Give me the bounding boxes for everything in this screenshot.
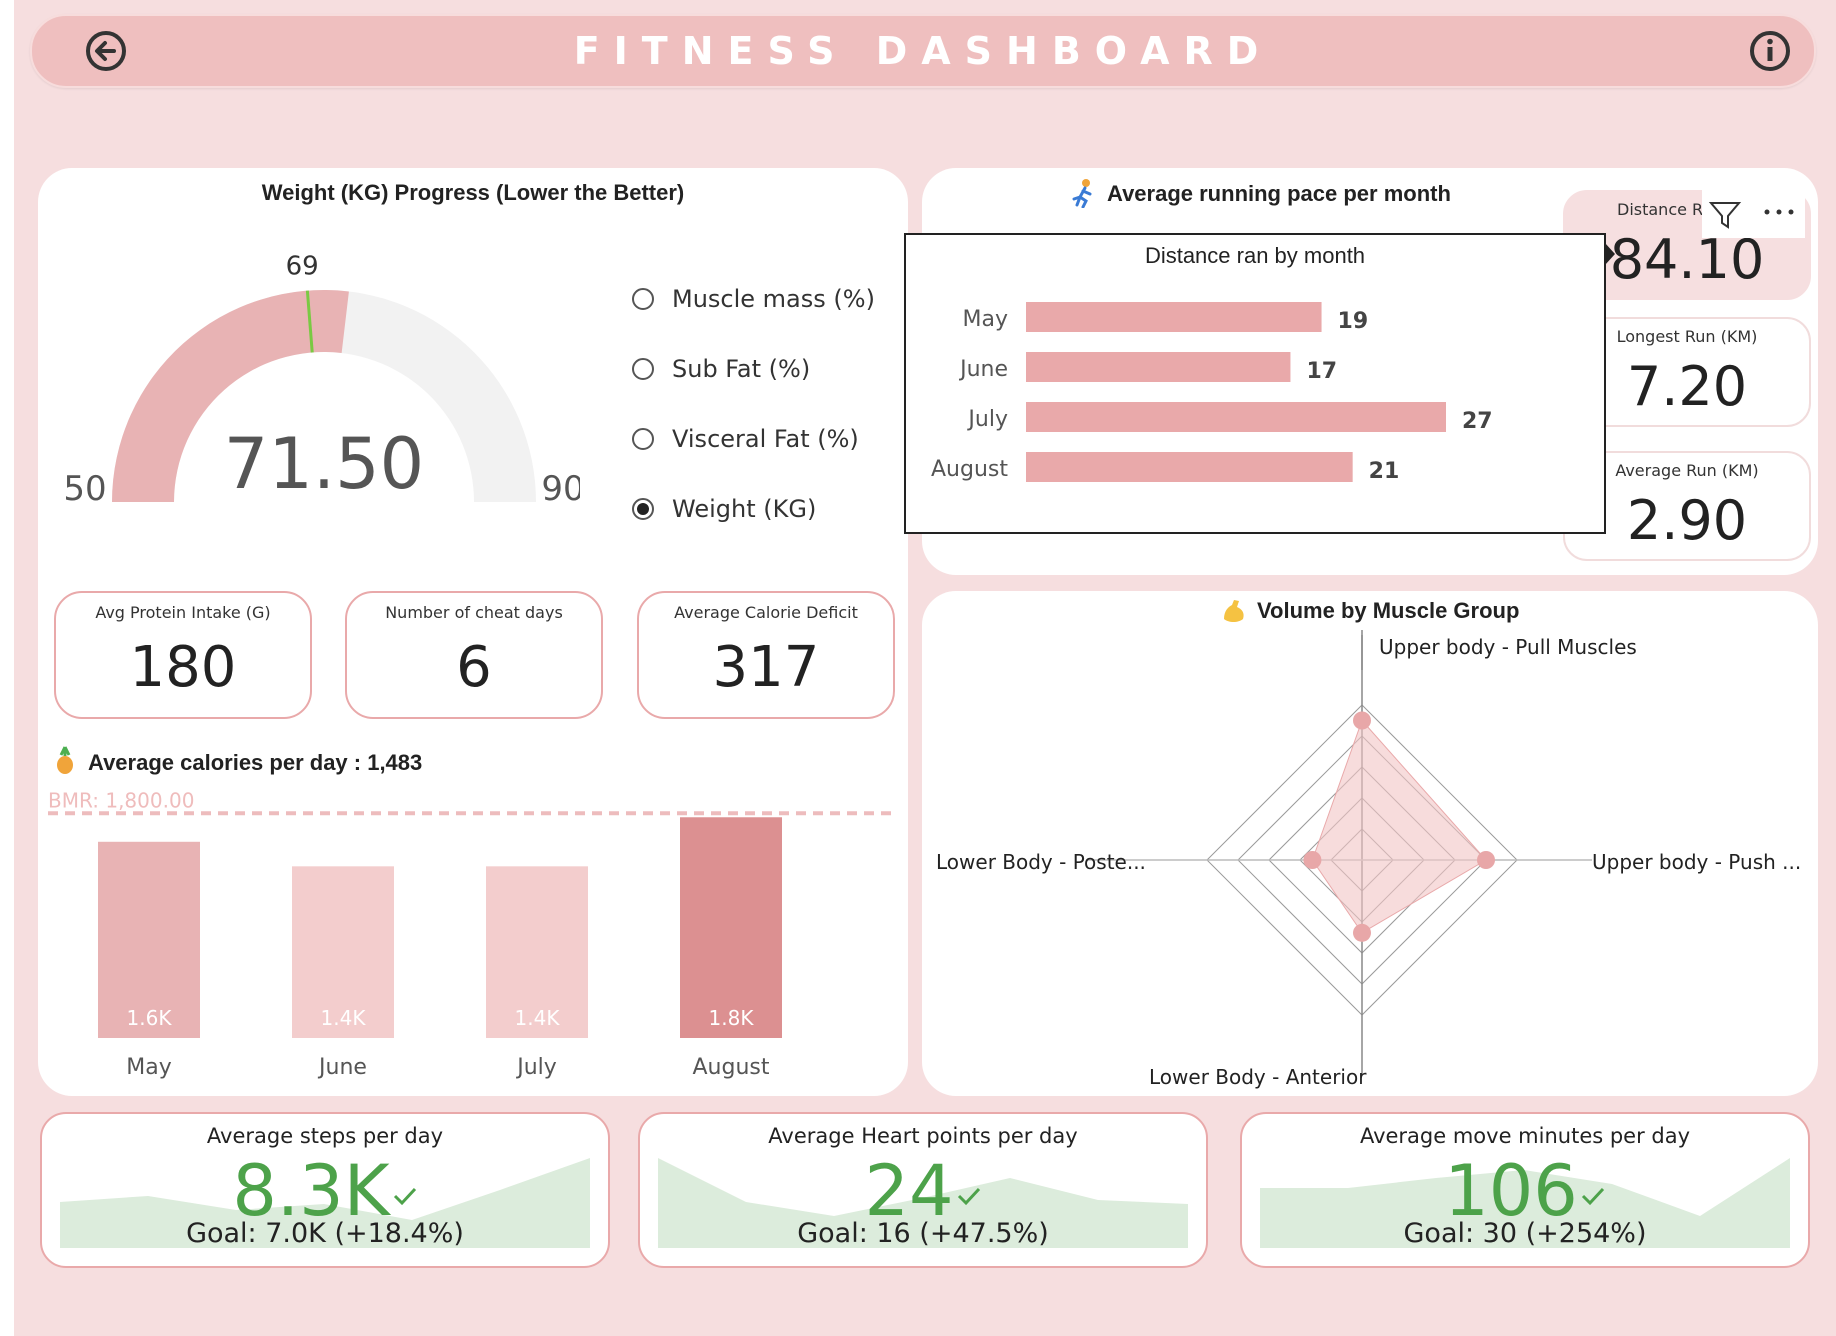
steps-card: Average steps per day 8.3K Goal: 7.0K (+… xyxy=(40,1112,610,1268)
distance-value-label: 21 xyxy=(1369,459,1400,484)
tooltip-title: Distance ran by month xyxy=(1144,243,1366,268)
distance-bar xyxy=(1026,352,1291,382)
distance-bar xyxy=(1026,402,1446,432)
calorie-category-label: May xyxy=(126,1055,171,1080)
move-minutes-goal: Goal: 30 (+254%) xyxy=(1403,1218,1647,1249)
metric-option-label: Muscle mass (%) xyxy=(672,285,875,313)
radio-button[interactable] xyxy=(632,428,654,450)
calorie-bar[interactable] xyxy=(680,817,782,1038)
move-minutes-label: Average move minutes per day xyxy=(1359,1124,1691,1148)
back-arrow-icon[interactable] xyxy=(84,29,128,73)
calorie-category-label: June xyxy=(317,1055,367,1080)
radar-axis-label: Lower Body - Anterior xyxy=(1149,1065,1367,1089)
radar-label-leader xyxy=(1361,630,1363,670)
calorie-bar-label: 1.6K xyxy=(127,1006,173,1030)
pineapple-icon xyxy=(57,746,73,774)
metric-option[interactable]: Muscle mass (%) xyxy=(632,279,875,319)
calorie-category-label: July xyxy=(515,1055,557,1080)
calories-bar-chart: 1.6K May 1.4K June 1.4K July 1.8K August BMR: 1,… xyxy=(48,788,894,1080)
bmr-label: BMR: 1,800.00 xyxy=(48,788,194,812)
distance-category-label: August xyxy=(931,457,1008,482)
kpi-protein: Avg Protein Intake (G) 180 xyxy=(54,591,312,719)
heart-points-label: Average Heart points per day xyxy=(768,1124,1078,1148)
radio-button[interactable] xyxy=(632,358,654,380)
gauge-target-label: 69 xyxy=(286,252,319,282)
radar-axis-label: Upper body - Pull Muscles xyxy=(1379,635,1637,659)
calorie-bar-label: 1.8K xyxy=(709,1006,755,1030)
checkmark-icon xyxy=(957,1187,980,1206)
kpi-value: 317 xyxy=(712,635,820,700)
distance-value-label: 17 xyxy=(1306,359,1337,384)
checkmark-icon xyxy=(393,1187,416,1206)
kpi-value: 180 xyxy=(129,635,237,700)
distance-bar xyxy=(1026,302,1322,332)
page-title: FITNESS DASHBOARD xyxy=(573,29,1273,73)
weight-gauge: 71.50 50 90 69 xyxy=(63,252,580,509)
kpi-label: Avg Protein Intake (G) xyxy=(95,603,271,622)
metric-option[interactable]: Sub Fat (%) xyxy=(632,349,810,389)
metric-option-label: Visceral Fat (%) xyxy=(672,425,859,453)
metric-option[interactable]: Visceral Fat (%) xyxy=(632,419,859,459)
calorie-category-label: August xyxy=(693,1055,770,1080)
move-minutes-card: Average move minutes per day 106 Goal: 3… xyxy=(1240,1112,1810,1268)
kpi-label: Number of cheat days xyxy=(385,603,563,622)
kpi-label: Average Calorie Deficit xyxy=(674,603,858,622)
weight-title: Weight (KG) Progress (Lower the Better) xyxy=(261,180,685,205)
metric-option-label: Weight (KG) xyxy=(672,495,817,523)
tooltip-pointer xyxy=(1605,243,1615,265)
running-title: Average running pace per month xyxy=(1107,181,1451,206)
calorie-bar-label: 1.4K xyxy=(515,1006,561,1030)
radio-button[interactable] xyxy=(632,498,654,520)
radar-data-point[interactable] xyxy=(1303,851,1322,869)
gauge-value: 71.50 xyxy=(224,423,424,505)
radio-button[interactable] xyxy=(632,288,654,310)
radar-axis-label: Upper body - Push ... xyxy=(1592,850,1801,874)
muscle-radar-chart: Upper body - Pull Muscles Upper body - Pu… xyxy=(936,630,1801,1089)
calories-title: Average calories per day : 1,483 xyxy=(88,750,423,775)
radar-data-point[interactable] xyxy=(1353,923,1371,942)
checkmark-icon xyxy=(1581,1187,1604,1206)
distance-category-label: June xyxy=(958,357,1008,382)
steps-goal: Goal: 7.0K (+18.4%) xyxy=(186,1218,464,1249)
header-bar: FITNESS DASHBOARD xyxy=(30,14,1816,88)
distance-tooltip: Distance ran by month May 19 June 17 July 27 A… xyxy=(904,233,1606,534)
metric-option[interactable]: Weight (KG) xyxy=(632,489,816,529)
runner-icon xyxy=(1072,179,1092,208)
calorie-bar-label: 1.4K xyxy=(321,1006,367,1030)
distance-bar xyxy=(1026,452,1353,482)
more-options-icon[interactable] xyxy=(1762,206,1798,218)
heart-points-card: Average Heart points per day 24 Goal: 16… xyxy=(638,1112,1208,1268)
kpi-calorie-deficit: Average Calorie Deficit 317 xyxy=(637,591,895,719)
distance-value-label: 27 xyxy=(1462,409,1493,434)
radar-data-area xyxy=(1311,719,1487,934)
distance-value-label: 19 xyxy=(1338,309,1369,334)
gauge-max: 90 xyxy=(541,469,580,509)
gauge-min: 50 xyxy=(63,469,106,509)
radar-axis-label: Lower Body - Poste... xyxy=(936,850,1146,874)
muscle-title: Volume by Muscle Group xyxy=(1257,598,1520,623)
visual-header-toolbar xyxy=(1702,188,1805,238)
distance-category-label: May xyxy=(963,307,1008,332)
distance-bar-chart: May 19 June 17 July 27 August 21 xyxy=(931,302,1493,484)
radar-data-point[interactable] xyxy=(1477,851,1495,869)
distance-category-label: July xyxy=(966,407,1008,432)
metric-option-label: Sub Fat (%) xyxy=(672,355,811,383)
flexed-biceps-icon xyxy=(1224,600,1244,622)
kpi-value: 6 xyxy=(456,635,492,700)
distance-label: Distance R xyxy=(1617,200,1704,219)
kpi-cheat-days: Number of cheat days 6 xyxy=(345,591,603,719)
filter-icon[interactable] xyxy=(1708,199,1742,231)
radar-data-point[interactable] xyxy=(1353,711,1371,730)
info-icon[interactable] xyxy=(1748,29,1792,73)
steps-label: Average steps per day xyxy=(206,1124,444,1148)
heart-points-goal: Goal: 16 (+47.5%) xyxy=(797,1218,1049,1249)
